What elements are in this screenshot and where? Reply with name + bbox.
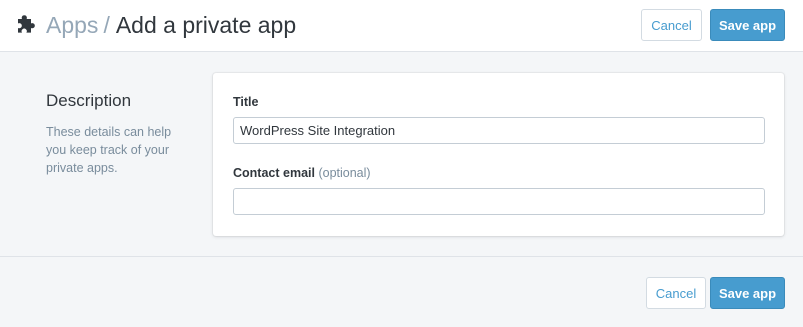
footer-divider — [0, 256, 803, 257]
title-label: Title — [233, 95, 259, 109]
save-app-button[interactable]: Save app — [710, 9, 785, 41]
contact-email-input[interactable] — [233, 188, 765, 215]
breadcrumb: Apps / Add a private app — [46, 11, 296, 39]
description-text: These details can help you keep track of… — [46, 125, 172, 175]
app-details-card: Title Contact email (optional) — [213, 73, 784, 236]
breadcrumb-separator: / — [103, 12, 110, 38]
description-heading: Description — [46, 91, 132, 110]
breadcrumb-apps-link[interactable]: Apps — [46, 12, 98, 38]
page-title: Add a private app — [115, 12, 297, 38]
optional-hint: (optional) — [318, 166, 371, 180]
title-input[interactable] — [233, 117, 765, 144]
footer-save-app-button[interactable]: Save app — [710, 277, 785, 309]
footer-cancel-button[interactable]: Cancel — [646, 277, 706, 309]
cancel-button[interactable]: Cancel — [641, 9, 702, 41]
contact-email-label: Contact email (optional) — [233, 166, 371, 180]
puzzle-piece-icon — [18, 15, 35, 33]
contact-email-label-text: Contact email — [233, 166, 315, 180]
page-header: Apps / Add a private app Cancel Save app — [0, 0, 803, 52]
